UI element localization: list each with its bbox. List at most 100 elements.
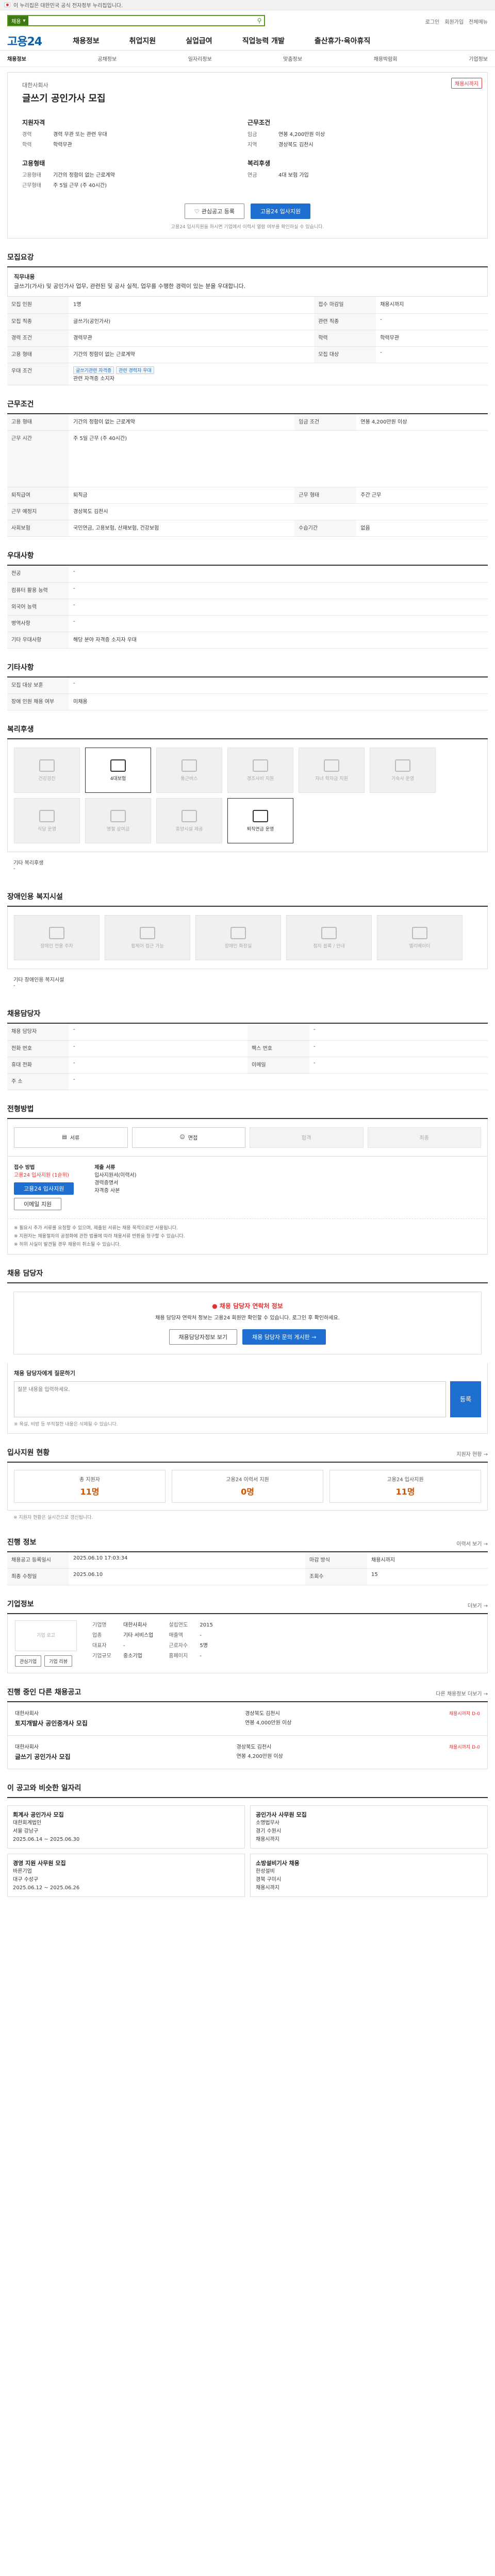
table-row: 근무 예정지 경상북도 김천시 — [7, 503, 488, 520]
company-value: - — [123, 1643, 125, 1649]
table-key: 채용 담당자 — [7, 1024, 69, 1041]
gnb-item[interactable]: 취업지원 — [129, 36, 156, 46]
job-title-link[interactable]: 토지개발사 공인중개사 모집 — [15, 1719, 88, 1728]
facility-label: 점자 블록 / 안내 — [313, 943, 345, 949]
section-title: 이 공고와 비슷한 일자리 — [7, 1783, 488, 1798]
apply-button[interactable]: 고용24 입사지원 — [250, 204, 311, 219]
table-key: 경력 조건 — [7, 330, 69, 347]
table-row: 채용 담당자 - - — [7, 1024, 488, 1041]
company-buttons: 관심기업 기업 리뷰 — [15, 1655, 77, 1667]
stats-note: ※ 지원자 현황은 실시간으로 갱신됩니다. — [13, 1515, 93, 1520]
resume-more-link[interactable]: 이력서 보기 → — [456, 1539, 488, 1547]
company-review-button[interactable]: 기업 리뷰 — [44, 1655, 73, 1667]
gnb-item[interactable]: 직업능력 개발 — [242, 36, 285, 46]
job-location: 경상북도 김천시 — [245, 1711, 280, 1717]
card-title: 회계사 공인가사 모집 — [13, 1811, 64, 1818]
company-value: 기타 서비스업 — [123, 1633, 154, 1638]
job-item[interactable]: 대한사회사 글쓰기 공인가사 모집 경상북도 김천시 연봉 4,200만원 이상 채… — [7, 1736, 488, 1769]
global-nav: 채용정보 취업지원 실업급여 직업능력 개발 출산휴가·육아휴직 — [73, 36, 370, 46]
search-category[interactable]: 채용 ▾ — [8, 16, 29, 25]
subnav-item[interactable]: 공채정보 — [97, 55, 117, 62]
subnav-item[interactable]: 기업정보 — [469, 55, 488, 62]
company-key: 설립연도 — [169, 1622, 188, 1628]
hero-buttons: ♡ 관심공고 등록 고용24 입사지원 — [22, 204, 473, 219]
recommend-card[interactable]: 회계사 공인가사 모집 대한회계법인 서울 강남구 2025.06.14 ~ 2025… — [7, 1805, 245, 1849]
all-menu-link[interactable]: 전체메뉴 — [469, 18, 488, 25]
follow-company-button[interactable]: 관심기업 — [15, 1655, 42, 1667]
job-title-link[interactable]: 글쓰기 공인가사 모집 — [15, 1752, 71, 1761]
facility-grid: 장애인 전용 주차 휠체어 접근 가능 장애인 화장실 점자 블록 / 안내 엘… — [7, 907, 488, 969]
gnb-item[interactable]: 채용정보 — [73, 36, 100, 46]
login-link[interactable]: 로그인 — [425, 18, 440, 25]
welfare-item: 4대보험 — [85, 748, 151, 793]
company-section: 기업정보 더보기 → 기업 로고 관심기업 기업 리뷰 기업명 대한사회사 업종 기타… — [7, 1585, 488, 1673]
search-input[interactable] — [28, 16, 255, 25]
work-table: 고용 형태 기간의 정함이 없는 근로계약 임금 조건 연봉 4,200만원 이상 근… — [7, 414, 488, 537]
question-submit-button[interactable]: 등록 — [450, 1381, 481, 1417]
summary-row: 경력 경력 무관 또는 관련 우대 — [22, 130, 248, 140]
search-icon[interactable]: ⚲ — [255, 16, 264, 25]
job-summary: 채용시까지 대한사회사 글쓰기 공인가사 모집 지원자격 경력 경력 무관 또는 … — [7, 72, 488, 239]
job-company: 대한사회사 — [15, 1744, 39, 1750]
meal-icon — [39, 809, 55, 822]
stat-label: 총 지원자 — [79, 1477, 100, 1483]
process-apply-button[interactable]: 고용24 입사지원 — [14, 1182, 74, 1195]
section-title-text: 진행 정보 — [7, 1538, 37, 1547]
table-value: 기간의 정함이 없는 근로계약 — [69, 346, 315, 363]
facility-item: 장애인 전용 주차 — [14, 915, 100, 960]
qa-board-button[interactable]: 채용 담당자 문의 게시판 → — [242, 1329, 326, 1345]
recommend-card[interactable]: 공인가사 사무원 모집 소명법무사 경기 수원시 채용시까지 — [250, 1805, 488, 1849]
subnav-item[interactable]: 일자리정보 — [188, 55, 212, 62]
tag: 관련 경력자 우대 — [116, 366, 154, 374]
scrap-button[interactable]: ♡ 관심공고 등록 — [184, 204, 244, 219]
header: 고용24 채용정보 취업지원 실업급여 직업능력 개발 출산휴가·육아휴직 — [0, 31, 495, 50]
company-more-link[interactable]: 더보기 → — [468, 1601, 488, 1609]
company-row: 매출액 - — [169, 1631, 212, 1641]
table-key — [248, 1024, 309, 1041]
recommend-card[interactable]: 소방설비기사 채용 한성설비 경북 구미시 채용시까지 — [250, 1854, 488, 1897]
job-pay: 연봉 4,000만원 이상 — [245, 1720, 292, 1726]
logo[interactable]: 고용24 — [7, 32, 42, 49]
question-input[interactable] — [14, 1381, 446, 1417]
health-check-icon — [39, 759, 55, 772]
job-item[interactable]: 대한사회사 토지개발사 공인중개사 모집 경상북도 김천시 연봉 4,000만원 이… — [7, 1702, 488, 1736]
table-value: - — [69, 677, 488, 694]
section-title: 근무조건 — [7, 399, 488, 414]
welfare-label: 4대보험 — [110, 776, 126, 782]
subnav-item[interactable]: 채용박람회 — [374, 55, 398, 62]
email-apply-button[interactable]: 이메일 지원 — [14, 1197, 62, 1210]
chevron-down-icon: ▾ — [23, 18, 26, 24]
company-key: 대표자 — [92, 1643, 107, 1649]
search-box: 채용 ▾ ⚲ — [7, 15, 265, 26]
stats-more-link[interactable]: 지원자 현황 → — [456, 1450, 488, 1458]
job-location: 경상북도 김천시 — [236, 1744, 272, 1750]
card-date: 채용시까지 — [256, 1837, 279, 1842]
table-row: 사회보험 국민연금, 고용보험, 산재보험, 건강보험 수습기간 없음 — [7, 520, 488, 537]
school-icon — [324, 759, 339, 772]
welfare-item: 자녀 학자금 지원 — [299, 748, 365, 793]
subnav-item[interactable]: 맞춤정보 — [283, 55, 302, 62]
gnb-item[interactable]: 실업급여 — [186, 36, 212, 46]
gnb-item[interactable]: 출산휴가·육아휴직 — [315, 36, 370, 46]
submit-value: 고용24 입사지원 (1순위) — [14, 1172, 69, 1178]
company-name[interactable]: 대한사회사 — [22, 81, 473, 89]
table-value: 학력무관 — [376, 330, 488, 347]
table-row: 주 소- — [7, 1073, 488, 1090]
table-value: - — [309, 1057, 488, 1074]
summary-value: 경력 무관 또는 관련 우대 — [53, 132, 107, 138]
table-value: 2025.06.10 — [69, 1568, 305, 1585]
table-value: 채용시까지 — [376, 297, 488, 314]
subnav-item[interactable]: 채용정보 — [7, 55, 26, 62]
bonus-icon — [110, 809, 126, 822]
stats-cards: 총 지원자 11명 고용24 이력서 지원 0명 고용24 입사지원 11명 — [7, 1462, 488, 1511]
signup-link[interactable]: 회원가입 — [444, 18, 464, 25]
section-title: 입사지원 현황 지원자 현황 → — [7, 1447, 488, 1463]
table-key: 접수 마감일 — [314, 297, 376, 314]
table-value: 주 5일 근무 (주 40시간) — [69, 430, 488, 487]
submit-heading: 접수 방법 — [14, 1164, 35, 1171]
table-value: - — [69, 1040, 248, 1057]
recommend-card[interactable]: 경영 지원 사무원 모집 바른기업 대구 수성구 2025.06.12 ~ 2025.… — [7, 1854, 245, 1897]
section-title: 복리후생 — [7, 724, 488, 739]
jobs-more-link[interactable]: 다른 채용정보 더보기 → — [436, 1689, 488, 1697]
view-contact-button[interactable]: 채용담당자정보 보기 — [169, 1329, 238, 1345]
